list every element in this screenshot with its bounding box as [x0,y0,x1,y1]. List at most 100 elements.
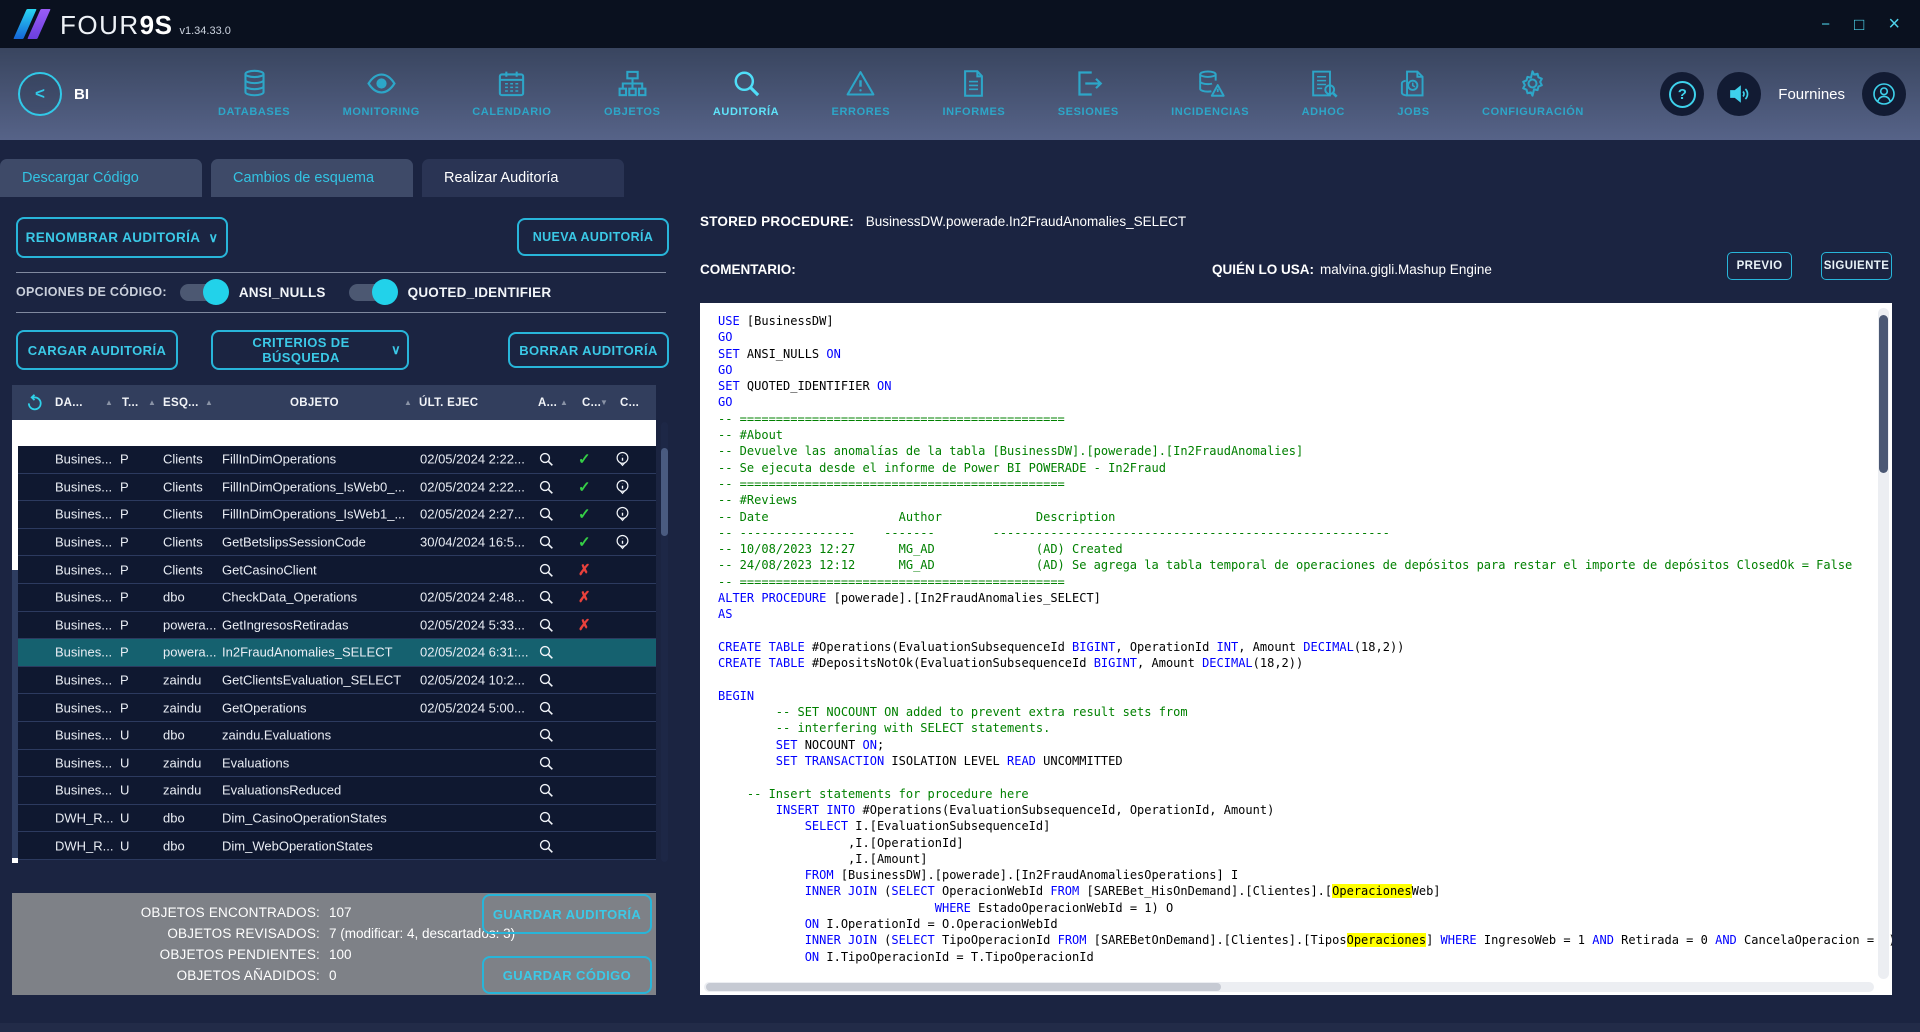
table-row[interactable]: DWH_R...UdboDim_WebOperationStates [12,832,656,860]
info-icon[interactable] [614,506,631,523]
nav-item-calendario[interactable]: CALENDARIO [472,68,551,118]
magnifier-icon[interactable] [538,479,554,495]
nav-item-incidencias[interactable]: INCIDENCIAS [1171,68,1249,118]
sort-up-icon[interactable] [560,398,568,407]
last_exec-cell: 02/05/2024 2:22... [420,479,525,494]
magnifier-icon[interactable] [538,672,554,688]
scrollbar-thumb[interactable] [12,570,18,858]
scrollbar-thumb[interactable] [661,448,668,536]
code-line [718,672,1892,688]
column-header-6[interactable]: A... [538,385,557,420]
search-criteria-button[interactable]: CRITERIOS DE BÚSQUEDA [211,330,409,370]
table-row[interactable]: Busines...PdboCheckData_Operations02/05/… [12,584,656,612]
nav-item-databases[interactable]: DATABASES [218,68,290,118]
sort-up-icon[interactable] [404,398,412,407]
table-right-scrollbar[interactable] [661,422,668,862]
magnifier-icon[interactable] [538,617,554,633]
magnifier-icon[interactable] [538,644,554,660]
minimize-icon[interactable] [1821,17,1830,32]
schema-cell: dbo [163,728,185,743]
save-code-button[interactable]: GUARDAR CÓDIGO [482,956,652,994]
table-row[interactable]: DWH_R...UdboDim_CasinoOperationStates [12,805,656,833]
close-icon[interactable] [1888,14,1900,34]
table-row[interactable]: Busines...PClientsFillInDimOperations_Is… [12,474,656,502]
table-row[interactable]: Busines...PClientsFillInDimOperations_Is… [12,501,656,529]
cross-icon: ✗ [578,588,591,606]
nav-item-adhoc[interactable]: ADHOC [1302,68,1345,118]
sort-up-icon[interactable] [105,398,113,407]
magnifier-icon[interactable] [538,589,554,605]
magnifier-icon[interactable] [538,562,554,578]
refresh-icon[interactable] [24,392,45,418]
info-icon[interactable] [614,451,631,468]
nav-item-monitoring[interactable]: MONITORING [343,68,420,118]
sql-code-panel[interactable]: USE [BusinessDW]GOSET ANSI_NULLS ONGOSET… [700,303,1892,995]
sort-down-icon[interactable] [600,398,608,407]
column-header-1[interactable]: DA... [55,385,83,420]
column-header-4[interactable]: OBJETO [290,385,339,420]
column-header-8[interactable]: C... [620,385,639,420]
table-row[interactable]: Busines...Ppowera...In2FraudAnomalies_SE… [12,639,656,667]
table-row[interactable]: Busines...UzainduEvaluations [12,750,656,778]
back-button[interactable]: < [18,72,62,116]
maximize-icon[interactable] [1854,16,1864,33]
nav-item-sesiones[interactable]: SESIONES [1058,68,1119,118]
load-audit-button[interactable]: CARGAR AUDITORÍA [16,330,178,370]
sort-up-icon[interactable] [148,398,156,407]
nav-item-informes[interactable]: INFORMES [943,68,1006,118]
code-options-row: OPCIONES DE CÓDIGO: ANSI_NULLSQUOTED_IDE… [16,277,561,307]
db-cell: Busines... [55,535,112,550]
magnifier-icon[interactable] [538,755,554,771]
column-header-3[interactable]: ESQ... [163,385,199,420]
sort-up-icon[interactable] [205,398,213,407]
type-cell: P [120,700,129,715]
column-header-7[interactable]: C... [582,385,601,420]
footer-strip [0,1023,1920,1032]
table-row[interactable]: Busines...Ppowera...GetIngresosRetiradas… [12,612,656,640]
table-row[interactable]: Busines...PzainduGetOperations02/05/2024… [12,694,656,722]
previous-button[interactable]: PREVIO [1727,252,1792,280]
table-left-scrollbar[interactable] [12,420,18,863]
sound-button[interactable] [1717,72,1761,116]
toggle-ansi_nulls[interactable] [180,284,226,301]
code-vertical-scrollbar[interactable] [1878,308,1889,979]
help-button[interactable]: ? [1660,72,1704,116]
table-row[interactable]: Busines...PClientsGetCasinoClient✗ [12,556,656,584]
column-header-2[interactable]: T... [122,385,139,420]
info-icon[interactable] [614,478,631,495]
table-row[interactable]: Busines...Udbozaindu.Evaluations [12,722,656,750]
magnifier-icon[interactable] [538,506,554,522]
magnifier-icon[interactable] [538,838,554,854]
scrollbar-thumb[interactable] [1879,315,1888,473]
column-header-5[interactable]: ÚLT. EJEC [419,385,478,420]
table-row[interactable]: Busines...PzainduGetClientsEvaluation_SE… [12,667,656,695]
code-line [718,769,1892,785]
nav-item-configuraci-n[interactable]: CONFIGURACIÓN [1482,68,1584,118]
magnifier-icon[interactable] [538,534,554,550]
magnifier-icon[interactable] [538,810,554,826]
empty-list-row[interactable] [12,420,656,446]
save-audit-button[interactable]: GUARDAR AUDITORÍA [482,894,652,934]
magnifier-icon[interactable] [538,727,554,743]
toggle-quoted_identifier[interactable] [349,284,395,301]
nav-item-errores[interactable]: ERRORES [832,68,891,118]
magnifier-icon[interactable] [538,451,554,467]
next-button[interactable]: SIGUIENTE [1821,252,1892,280]
account-button[interactable] [1862,72,1906,116]
scrollbar-thumb[interactable] [706,983,1221,991]
nav-right-group: ? Fournines [1660,48,1906,140]
nav-item-objetos[interactable]: OBJETOS [604,68,661,118]
rename-audit-button[interactable]: RENOMBRAR AUDITORÍA [16,217,228,258]
check-icon: ✓ [578,533,591,551]
new-audit-button[interactable]: NUEVA AUDITORÍA [517,218,669,256]
magnifier-icon[interactable] [538,782,554,798]
nav-item-auditor-a[interactable]: AUDITORÍA [713,68,779,118]
table-row[interactable]: Busines...PClientsGetBetslipsSessionCode… [12,529,656,557]
table-row[interactable]: Busines...UzainduEvaluationsReduced [12,777,656,805]
info-icon[interactable] [614,534,631,551]
nav-item-jobs[interactable]: JOBS [1397,68,1429,118]
code-horizontal-scrollbar[interactable] [704,982,1874,992]
delete-audit-button[interactable]: BORRAR AUDITORÍA [508,332,669,368]
magnifier-icon[interactable] [538,700,554,716]
table-row[interactable]: Busines...PClientsFillInDimOperations02/… [12,446,656,474]
